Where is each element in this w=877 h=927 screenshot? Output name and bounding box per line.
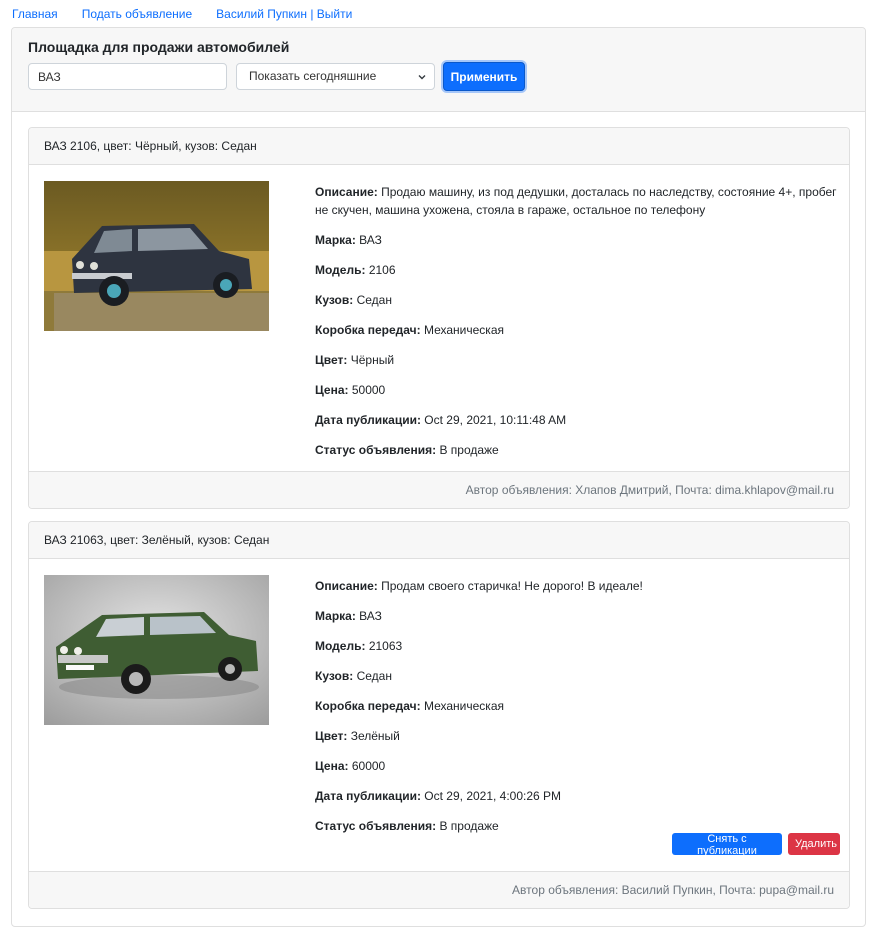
detail-body: Кузов: Седан xyxy=(315,669,392,683)
listing-card: ВАЗ 21063, цвет: Зелёный, кузов: Седан О… xyxy=(28,521,850,909)
detail-brand: Марка: ВАЗ xyxy=(315,233,382,247)
detail-color: Цвет: Зелёный xyxy=(315,729,400,743)
detail-status: Статус объявления: В продаже xyxy=(315,443,499,457)
delete-button[interactable]: Удалить xyxy=(788,833,840,855)
top-nav: Главная Подать объявление Василий Пупкин… xyxy=(12,6,376,22)
period-select[interactable]: Показать сегодняшние xyxy=(236,63,435,90)
period-select-value: Показать сегодняшние xyxy=(249,69,377,83)
detail-price: Цена: 60000 xyxy=(315,759,386,773)
detail-model: Модель: 21063 xyxy=(315,639,403,653)
filter-header: Площадка для продажи автомобилей Показат… xyxy=(12,28,865,112)
detail-brand: Марка: ВАЗ xyxy=(315,609,382,623)
page-title: Площадка для продажи автомобилей xyxy=(28,39,290,55)
detail-description: Описание: Продам своего старичка! Не дор… xyxy=(315,579,643,593)
chevron-down-icon xyxy=(418,75,426,80)
detail-body: Кузов: Седан xyxy=(315,293,392,307)
apply-button[interactable]: Применить xyxy=(443,62,525,91)
detail-price: Цена: 50000 xyxy=(315,383,386,397)
listing-card: ВАЗ 2106, цвет: Чёрный, кузов: Седан Опи… xyxy=(28,127,850,509)
listing-title: ВАЗ 21063, цвет: Зелёный, кузов: Седан xyxy=(29,522,849,559)
listing-details: Описание: Продам своего старичка! Не дор… xyxy=(315,577,837,847)
listing-body: Описание: Продаю машину, из под дедушки,… xyxy=(29,165,849,471)
listing-body: Описание: Продам своего старичка! Не дор… xyxy=(29,559,849,871)
detail-published: Дата публикации: Oct 29, 2021, 10:11:48 … xyxy=(315,413,567,427)
detail-description: Описание: Продаю машину, из под дедушки,… xyxy=(315,185,837,217)
listing-title: ВАЗ 2106, цвет: Чёрный, кузов: Седан xyxy=(29,128,849,165)
detail-gearbox: Коробка передач: Механическая xyxy=(315,699,504,713)
nav-post-ad-link[interactable]: Подать объявление xyxy=(82,6,192,22)
listing-author: Автор объявления: Хлапов Дмитрий, Почта:… xyxy=(29,471,849,508)
unpublish-button[interactable]: Снять с публикации xyxy=(672,833,782,857)
listing-details: Описание: Продаю машину, из под дедушки,… xyxy=(315,183,837,471)
car-photo xyxy=(44,181,269,331)
detail-gearbox: Коробка передач: Механическая xyxy=(315,323,504,337)
marketplace-panel: Площадка для продажи автомобилей Показат… xyxy=(11,27,866,927)
detail-published: Дата публикации: Oct 29, 2021, 4:00:26 P… xyxy=(315,789,562,803)
detail-model: Модель: 2106 xyxy=(315,263,396,277)
listing-author: Автор объявления: Василий Пупкин, Почта:… xyxy=(29,871,849,908)
search-input[interactable] xyxy=(28,63,227,90)
car-photo xyxy=(44,575,269,725)
nav-user-logout-link[interactable]: Василий Пупкин | Выйти xyxy=(216,6,352,22)
detail-color: Цвет: Чёрный xyxy=(315,353,395,367)
nav-home-link[interactable]: Главная xyxy=(12,6,58,22)
